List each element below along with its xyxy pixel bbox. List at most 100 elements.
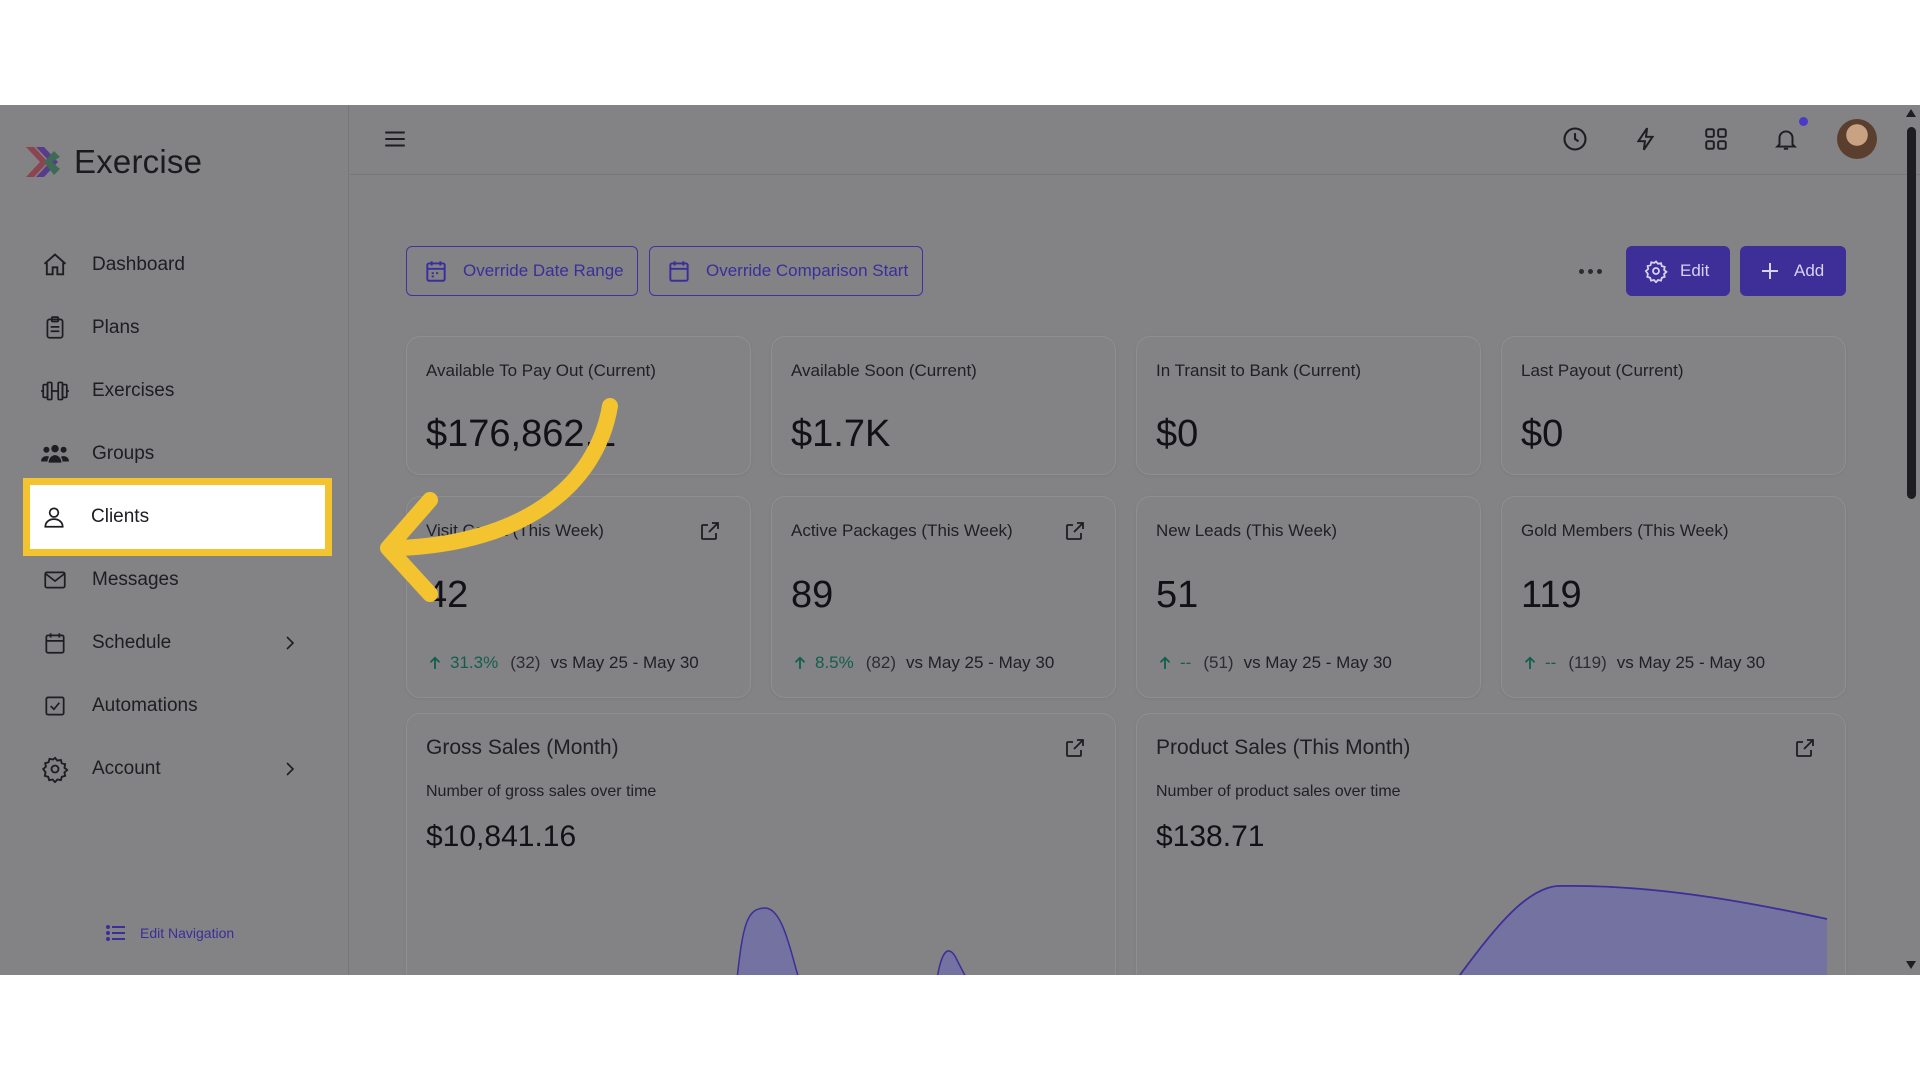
product-sales-sparkline (1458, 884, 1828, 975)
brand[interactable]: Exercise (24, 143, 202, 181)
sidebar-item-label: Messages (92, 569, 179, 590)
app-name: Exercise (74, 143, 203, 180)
app-logo-icon (26, 147, 60, 177)
kpi-card[interactable]: New Leads (This Week) 51 -- (51) vs May … (1136, 496, 1481, 698)
add-button[interactable]: Add (1740, 246, 1846, 296)
bolt-icon[interactable] (1629, 122, 1663, 156)
sidebar-item-dashboard[interactable]: Dashboard (24, 234, 330, 296)
avatar[interactable] (1837, 119, 1877, 159)
kpi-label: Active Packages (This Week) (791, 521, 1013, 540)
kpi-value: $0 (1156, 413, 1199, 455)
clipboard-icon (40, 313, 70, 343)
menu-icon[interactable] (378, 122, 412, 156)
sidebar-item-clients[interactable]: Clients (23, 478, 332, 556)
kpi-change: 8.5% (815, 653, 854, 672)
calendar-icon (426, 261, 446, 282)
arrow-up-icon (1524, 656, 1536, 669)
sidebar-item-groups[interactable]: Groups (24, 423, 330, 485)
sidebar-item-automations[interactable]: Automations (24, 675, 330, 737)
edit-navigation-label: Edit Navigation (140, 925, 235, 941)
sidebar-item-plans[interactable]: Plans (24, 297, 330, 359)
kpi-change: -- (1180, 653, 1192, 672)
kpi-previous: (51) (1203, 653, 1234, 672)
override-date-range-label: Override Date Range (463, 261, 624, 280)
sidebar-item-account[interactable]: Account (24, 738, 330, 800)
kpi-previous: (119) (1568, 653, 1607, 672)
arrow-up-icon (794, 656, 806, 669)
add-label: Add (1794, 261, 1825, 280)
chart-title: Gross Sales (Month) (426, 736, 619, 759)
gear-icon (40, 754, 70, 784)
external-link-icon[interactable] (1793, 736, 1817, 760)
kpi-value: 89 (791, 574, 834, 616)
dumbbell-icon (40, 376, 70, 406)
sidebar-item-exercises[interactable]: Exercises (24, 360, 330, 422)
sidebar-item-label: Automations (92, 695, 198, 716)
override-date-range-button[interactable]: Override Date Range (406, 246, 638, 296)
kpi-card[interactable]: In Transit to Bank (Current) $0 (1136, 336, 1481, 475)
edit-label: Edit (1680, 261, 1710, 280)
kpi-card[interactable]: Gold Members (This Week) 119 -- (119) vs… (1501, 496, 1846, 698)
bell-icon[interactable] (1769, 122, 1803, 156)
sidebar-item-label: Account (92, 758, 161, 779)
list-icon (106, 925, 125, 941)
users-icon (40, 439, 70, 469)
sidebar-item-schedule[interactable]: Schedule (24, 612, 330, 674)
gross-sales-sparkline (736, 907, 966, 975)
plus-icon (1762, 263, 1778, 279)
sidebar-item-label: Schedule (92, 632, 172, 653)
kpi-label: Last Payout (Current) (1521, 361, 1684, 380)
sidebar-item-label: Clients (91, 506, 150, 527)
chart-value: $138.71 (1156, 820, 1265, 853)
sidebar-item-messages[interactable]: Messages (24, 549, 330, 611)
kpi-card[interactable]: Active Packages (This Week) 89 8.5% (82)… (771, 496, 1116, 698)
kpi-trend: -- (51) vs May 25 - May 30 (1156, 653, 1392, 673)
yellow-arrow-annotation (380, 398, 618, 602)
override-comparison-start-button[interactable]: Override Comparison Start (649, 246, 923, 296)
calendar-icon (669, 261, 689, 282)
kpi-value: $0 (1521, 413, 1564, 455)
check-square-icon (40, 691, 70, 721)
external-link-icon[interactable] (1063, 736, 1087, 760)
grid-icon[interactable] (1699, 122, 1733, 156)
sidebar-item-label: Groups (92, 443, 155, 464)
kpi-change: -- (1545, 653, 1557, 672)
mail-icon (40, 565, 70, 595)
chevron-right-icon[interactable] (278, 757, 302, 781)
notification-dot (1799, 117, 1808, 126)
kpi-card[interactable]: Available Soon (Current) $1.7K (771, 336, 1116, 475)
external-link-icon[interactable] (1063, 519, 1087, 543)
kpi-label: Available Soon (Current) (791, 361, 977, 380)
gear-icon (1644, 260, 1668, 283)
scroll-up-icon[interactable] (1906, 109, 1916, 117)
kpi-compare: vs May 25 - May 30 (1616, 653, 1766, 672)
chart-title: Product Sales (This Month) (1156, 736, 1411, 759)
calendar-icon (40, 628, 70, 658)
external-link-icon[interactable] (698, 519, 722, 543)
clock-icon[interactable] (1558, 122, 1592, 156)
edit-navigation-link[interactable]: Edit Navigation (104, 921, 234, 945)
edit-button[interactable]: Edit (1626, 246, 1730, 296)
chevron-right-icon[interactable] (278, 631, 302, 655)
app-window: Exercise Dashboard Plans Exercises Group… (0, 105, 1920, 975)
top-bar (350, 105, 1920, 175)
kpi-label: In Transit to Bank (Current) (1156, 361, 1362, 380)
scrollbar[interactable] (1902, 105, 1920, 975)
chart-card-product-sales[interactable]: Product Sales (This Month) Number of pro… (1136, 713, 1846, 975)
sidebar-item-label: Dashboard (92, 254, 185, 275)
chart-subtitle: Number of product sales over time (1156, 783, 1401, 800)
kpi-value: $1.7K (791, 413, 891, 455)
scroll-down-icon[interactable] (1906, 961, 1916, 969)
kpi-compare: vs May 25 - May 30 (905, 653, 1055, 672)
sidebar: Exercise Dashboard Plans Exercises Group… (0, 105, 349, 975)
kpi-trend: -- (119) vs May 25 - May 30 (1521, 653, 1765, 673)
chart-card-gross-sales[interactable]: Gross Sales (Month) Number of gross sale… (406, 713, 1116, 975)
more-options-icon[interactable] (1575, 261, 1605, 281)
kpi-label: Available To Pay Out (Current) (426, 361, 656, 380)
scrollbar-thumb[interactable] (1907, 127, 1916, 499)
kpi-label: New Leads (This Week) (1156, 521, 1338, 540)
sidebar-item-label: Plans (92, 317, 140, 338)
kpi-value: 51 (1156, 574, 1199, 616)
kpi-card[interactable]: Last Payout (Current) $0 (1501, 336, 1846, 475)
kpi-trend: 8.5% (82) vs May 25 - May 30 (791, 653, 1054, 673)
